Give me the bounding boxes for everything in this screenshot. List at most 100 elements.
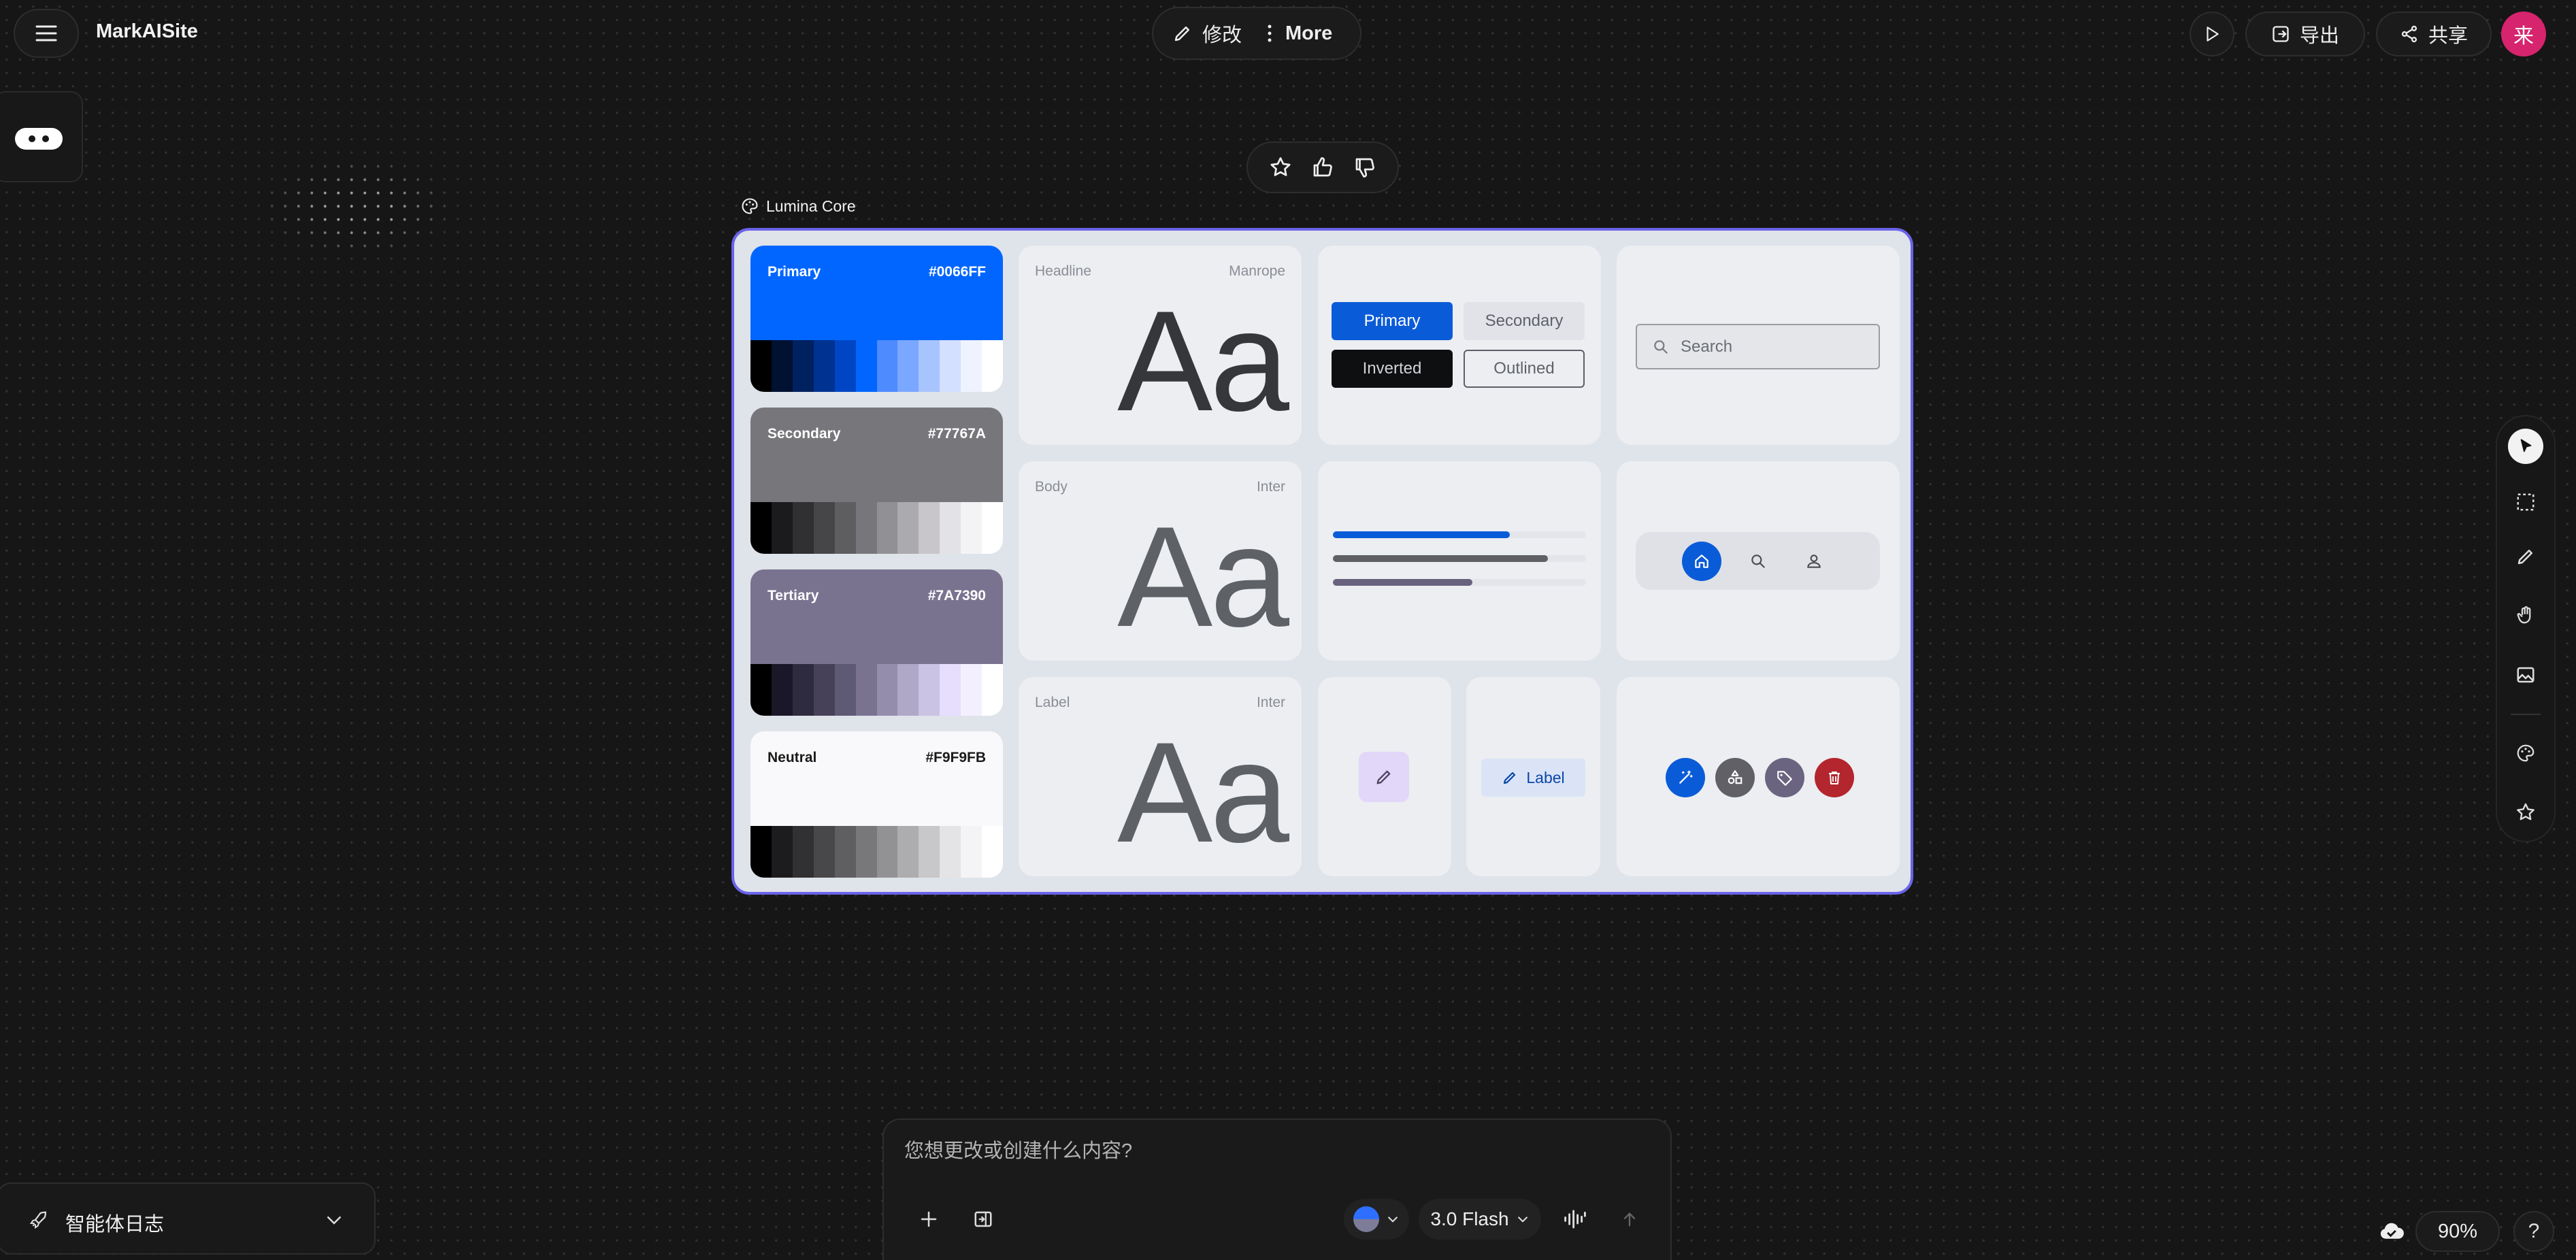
bottom-nav xyxy=(1636,532,1880,590)
more-vert-icon xyxy=(1268,24,1272,42)
palette-icon xyxy=(742,198,758,214)
type-sample: Aa xyxy=(1117,281,1289,441)
primary-button[interactable]: Primary xyxy=(1332,302,1453,340)
progress-bar xyxy=(1333,579,1586,586)
thumbs-up-icon[interactable] xyxy=(1310,155,1335,180)
palette-name: Tertiary xyxy=(767,588,819,603)
palette-tertiary[interactable]: Tertiary #7A7390 xyxy=(750,569,1003,716)
palette-tones xyxy=(750,502,1003,554)
palette-primary[interactable]: Primary #0066FF xyxy=(750,246,1003,392)
share-button[interactable]: 共享 xyxy=(2376,12,2492,56)
export-icon xyxy=(2273,26,2289,42)
type-font: Inter xyxy=(1256,695,1285,710)
menu-icon xyxy=(35,25,57,42)
zoom-control[interactable]: 90% xyxy=(2415,1211,2500,1252)
pointer-icon xyxy=(2520,439,2532,452)
play-icon xyxy=(2207,27,2219,42)
attach-frame-icon xyxy=(974,1211,992,1227)
pencil-icon xyxy=(1376,770,1391,784)
shapes-icon xyxy=(1728,770,1743,784)
star-icon[interactable] xyxy=(1268,155,1293,180)
progress-bar xyxy=(1333,555,1586,562)
nav-home-button[interactable] xyxy=(1682,542,1721,581)
add-button[interactable] xyxy=(910,1200,948,1238)
prompt-box: 您想更改或创建什么内容? 3.0 Flash xyxy=(882,1118,1672,1260)
frame-title[interactable]: Lumina Core xyxy=(740,197,856,216)
attach-button[interactable] xyxy=(964,1200,1002,1238)
pan-tool[interactable] xyxy=(2508,597,2543,633)
palette-tones xyxy=(750,664,1003,716)
search-field[interactable]: Search xyxy=(1636,324,1880,369)
share-label: 共享 xyxy=(2428,25,2468,47)
inverted-button[interactable]: Inverted xyxy=(1332,350,1453,388)
outlined-button[interactable]: Outlined xyxy=(1464,350,1585,388)
more-horiz-icon xyxy=(15,128,63,150)
chevron-down-icon xyxy=(1517,1216,1528,1223)
label-chip[interactable]: Label xyxy=(1481,759,1585,797)
model-label: 3.0 Flash xyxy=(1430,1208,1509,1229)
thumbs-down-icon[interactable] xyxy=(1353,155,1377,180)
agent-log-label: 智能体日志 xyxy=(65,1214,165,1236)
play-button[interactable] xyxy=(2190,12,2234,56)
edit-icon-button[interactable] xyxy=(1359,752,1409,802)
type-font: Manrope xyxy=(1229,263,1285,279)
magic-button[interactable] xyxy=(1666,758,1705,797)
nav-search-button[interactable] xyxy=(1738,542,1778,581)
image-tool[interactable] xyxy=(2508,657,2543,693)
search-placeholder: Search xyxy=(1681,337,1733,356)
more-button[interactable]: More xyxy=(1266,22,1332,45)
type-sample: Aa xyxy=(1117,712,1289,872)
frame-title-label: Lumina Core xyxy=(766,197,856,215)
design-system-frame[interactable]: Primary #0066FF Secondary #77767A Tertia… xyxy=(731,228,1913,895)
home-icon xyxy=(1695,554,1708,568)
export-label: 导出 xyxy=(2299,25,2339,47)
help-button[interactable]: ? xyxy=(2513,1211,2554,1252)
type-headline-card[interactable]: Headline Manrope Aa xyxy=(1019,246,1302,445)
favorites-tool[interactable] xyxy=(2508,795,2543,830)
cloud-check-icon xyxy=(2380,1223,2404,1239)
search-card: Search xyxy=(1617,246,1900,445)
type-body-card[interactable]: Body Inter Aa xyxy=(1019,461,1302,661)
marquee-tool[interactable] xyxy=(2508,484,2543,520)
type-font: Inter xyxy=(1256,479,1285,495)
left-panel-toggle[interactable] xyxy=(0,91,83,182)
voice-button[interactable] xyxy=(1556,1200,1594,1238)
search-icon xyxy=(1654,339,1668,354)
tag-icon xyxy=(1777,771,1792,786)
progress-card xyxy=(1318,461,1601,661)
send-button[interactable] xyxy=(1611,1200,1649,1238)
delete-button[interactable] xyxy=(1815,758,1854,797)
palette-name: Primary xyxy=(767,264,821,280)
edit-button[interactable]: 修改 xyxy=(1172,19,1242,48)
type-label: Label xyxy=(1035,695,1070,710)
type-label: Headline xyxy=(1035,263,1091,279)
help-icon: ? xyxy=(2528,1220,2540,1242)
type-label-card[interactable]: Label Inter Aa xyxy=(1019,677,1302,876)
palette-neutral[interactable]: Neutral #F9F9FB xyxy=(750,731,1003,878)
avatar[interactable]: 来 xyxy=(2501,12,2546,56)
pointer-tool[interactable] xyxy=(2508,429,2543,464)
chip-label: Label xyxy=(1526,768,1565,786)
navbar-card xyxy=(1617,461,1900,661)
model-select[interactable]: 3.0 Flash xyxy=(1419,1199,1541,1240)
magic-wand-icon xyxy=(1679,770,1693,784)
shapes-button[interactable] xyxy=(1715,758,1755,797)
theme-select[interactable] xyxy=(1344,1199,1409,1240)
chevron-down-icon[interactable] xyxy=(324,1210,344,1230)
hand-icon xyxy=(2517,606,2531,624)
menu-button[interactable] xyxy=(14,9,79,58)
rocket-icon xyxy=(29,1211,47,1229)
palette-tool[interactable] xyxy=(2508,735,2543,771)
tag-button[interactable] xyxy=(1765,758,1804,797)
prompt-input[interactable]: 您想更改或创建什么内容? xyxy=(904,1135,1132,1163)
palette-hex: #77767A xyxy=(927,426,986,442)
palette-secondary[interactable]: Secondary #77767A xyxy=(750,408,1003,554)
nav-profile-button[interactable] xyxy=(1794,542,1834,581)
secondary-button[interactable]: Secondary xyxy=(1464,302,1585,340)
edit-label: 修改 xyxy=(1202,24,1242,46)
export-button[interactable]: 导出 xyxy=(2245,12,2365,56)
agent-log-panel[interactable]: 智能体日志 xyxy=(0,1182,376,1255)
draw-tool[interactable] xyxy=(2508,539,2543,574)
tool-divider xyxy=(2511,714,2541,715)
share-icon xyxy=(2401,25,2417,43)
